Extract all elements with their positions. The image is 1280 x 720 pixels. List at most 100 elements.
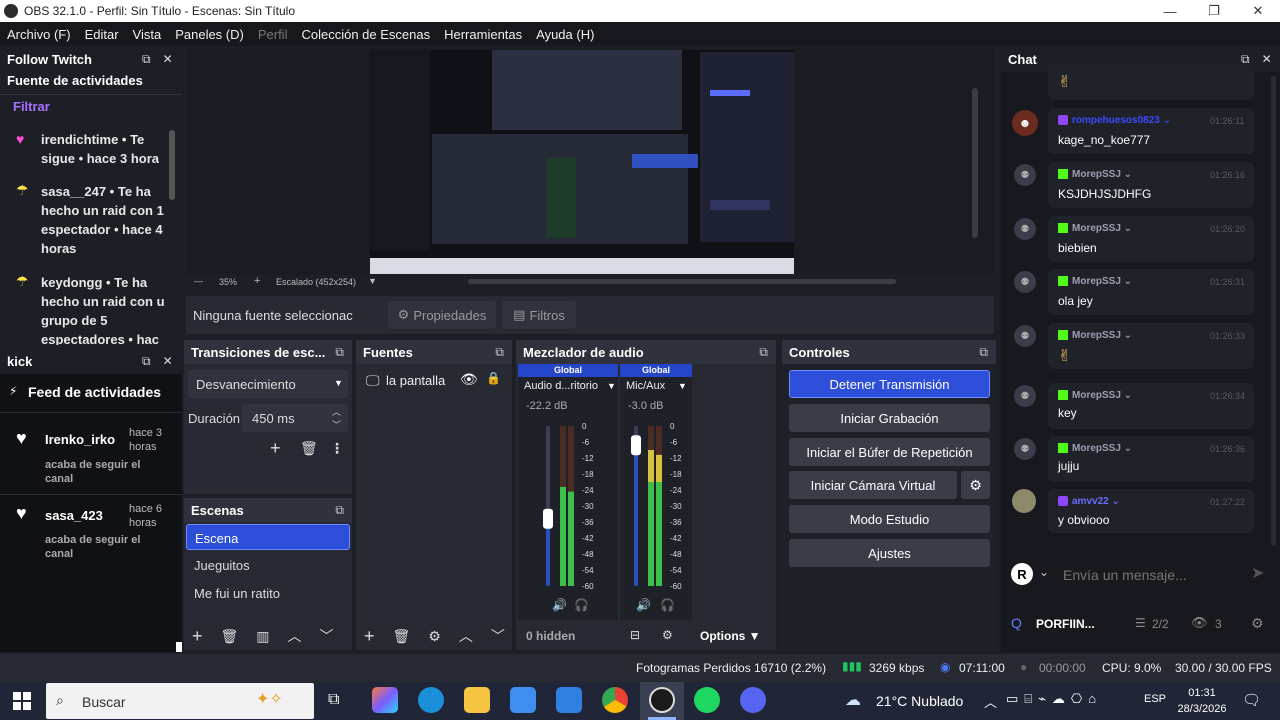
chevron-down-icon[interactable]: ﹀ — [332, 418, 341, 431]
preview-scrollbar-vertical[interactable] — [972, 88, 978, 238]
undock-icon[interactable]: ⧉ — [335, 503, 344, 518]
weather-text[interactable]: 21°C Nublado — [876, 693, 963, 709]
menu-coleccion-escenas[interactable]: Colección de Escenas — [294, 27, 437, 42]
add-scene-icon[interactable]: + — [192, 626, 203, 647]
chevron-down-icon[interactable]: ﹀ — [491, 626, 505, 646]
undock-icon[interactable]: ⧉ — [759, 345, 768, 360]
undock-icon[interactable]: ⧉ — [142, 354, 151, 369]
volume-icon[interactable]: 🔊 — [636, 598, 651, 612]
trash-icon[interactable]: 🗑 — [300, 440, 318, 457]
fader-handle[interactable] — [543, 508, 553, 529]
channel-name[interactable]: PORFIIN... — [1036, 617, 1095, 631]
chat-scrollbar[interactable] — [1271, 76, 1276, 546]
fader-handle[interactable] — [631, 435, 641, 456]
channel-meter[interactable]: 0 -6 -12 -18 -24 -30 -36 -42 -48 -54 -60 — [538, 420, 618, 592]
menu-ayuda[interactable]: Ayuda (H) — [529, 27, 601, 42]
undock-icon[interactable]: ⧉ — [142, 52, 151, 67]
eye-icon[interactable]: 👁 — [460, 371, 478, 388]
undock-icon[interactable]: ⧉ — [335, 345, 344, 360]
scrollbar[interactable] — [169, 130, 175, 200]
trash-icon[interactable]: 🗑 — [393, 628, 411, 645]
filter-button[interactable]: Filtrar — [13, 99, 50, 114]
restream-logo-icon[interactable]: R — [1011, 563, 1033, 585]
menu-paneles[interactable]: Paneles (D) — [168, 27, 251, 42]
send-icon[interactable]: ➤ — [1251, 563, 1264, 583]
tray-expand-icon[interactable]: ︿ — [984, 692, 997, 711]
scene-item-escena[interactable]: Escena — [186, 524, 350, 550]
menu-herramientas[interactable]: Herramientas — [437, 27, 529, 42]
chevron-up-icon[interactable]: ︿ — [288, 626, 302, 646]
start-virtual-camera-button[interactable]: Iniciar Cámara Virtual — [789, 471, 957, 499]
more-options-icon[interactable]: ⋮ — [330, 440, 344, 457]
scene-item-me-fui-un-ratito[interactable]: Me fui un ratito — [194, 586, 280, 601]
clock[interactable]: 01:31 28/3/2026 — [1177, 685, 1227, 717]
scale-dropdown-icon[interactable]: ▼ — [368, 276, 377, 286]
taskbar-search[interactable]: ⌕ Buscar ✦✧ — [46, 683, 314, 719]
edge-icon[interactable] — [418, 687, 444, 713]
chevron-down-icon[interactable]: ▼ — [607, 381, 616, 391]
chevron-down-icon[interactable]: ▼ — [678, 381, 687, 391]
task-view-icon[interactable]: ⧉ — [328, 691, 339, 709]
headphones-icon[interactable]: 🎧 — [574, 598, 589, 612]
language-indicator[interactable]: ESP — [1144, 693, 1166, 705]
chrome-icon[interactable] — [602, 687, 628, 713]
maximize-icon[interactable]: ❐ — [1192, 0, 1236, 22]
chevron-down-icon[interactable]: ⌄ — [1039, 565, 1049, 579]
close-dock-icon[interactable]: ✕ — [163, 354, 173, 369]
trash-icon[interactable]: 🗑 — [221, 628, 239, 645]
obs-taskbar-button[interactable] — [640, 682, 684, 720]
resize-handle[interactable] — [176, 642, 182, 652]
chat-username[interactable]: MorepSSJ — [1072, 276, 1121, 287]
store-icon[interactable] — [510, 687, 536, 713]
transition-select[interactable]: Desvanecimiento ▼ — [188, 370, 348, 398]
start-replay-buffer-button[interactable]: Iniciar el Búfer de Repetición — [789, 438, 990, 466]
chat-username[interactable]: amvv22 — [1072, 496, 1109, 507]
chat-username[interactable]: MorepSSJ — [1072, 330, 1121, 341]
properties-button[interactable]: ⚙ Propiedades — [388, 301, 496, 329]
copilot-icon[interactable] — [372, 687, 398, 713]
gear-icon[interactable]: ⚙ — [428, 628, 441, 645]
chevron-up-icon[interactable]: ︿ — [459, 626, 473, 646]
gear-icon[interactable]: ⚙ — [1251, 615, 1264, 632]
preview-area[interactable] — [186, 48, 994, 274]
preview-canvas[interactable] — [370, 50, 794, 274]
file-explorer-icon[interactable] — [464, 687, 490, 713]
close-dock-icon[interactable]: ✕ — [1262, 52, 1272, 67]
settings-button[interactable]: Ajustes — [789, 539, 990, 567]
chat-username[interactable]: MorepSSJ — [1072, 169, 1121, 180]
undock-icon[interactable]: ⧉ — [495, 345, 504, 360]
menu-archivo[interactable]: Archivo (F) — [0, 27, 78, 42]
options-button[interactable]: Options ▼ — [700, 629, 761, 643]
undock-icon[interactable]: ⧉ — [979, 345, 988, 360]
mixer-settings-icon[interactable]: ⚙ — [662, 628, 673, 642]
tray-icons[interactable]: ▭⌸⌁☁⎔⌂ — [1006, 691, 1102, 707]
lock-icon[interactable]: 🔒 — [486, 371, 501, 385]
zoom-out-icon[interactable]: — — [194, 276, 203, 286]
mixer-layout-icon[interactable]: ⊟ — [630, 628, 640, 642]
chat-username[interactable]: rompehuesos0823 — [1072, 115, 1160, 126]
close-window-icon[interactable]: ✕ — [1236, 0, 1280, 22]
windows-start-icon[interactable] — [13, 692, 31, 710]
mail-icon[interactable] — [556, 687, 582, 713]
add-transition-icon[interactable]: + — [270, 438, 281, 459]
channel-meter[interactable]: 0 -6 -12 -18 -24 -30 -36 -42 -48 -54 -60 — [626, 420, 692, 592]
chevron-up-icon[interactable]: ︿ — [332, 405, 341, 418]
volume-icon[interactable]: 🔊 — [552, 598, 567, 612]
chat-username[interactable]: MorepSSJ — [1072, 443, 1121, 454]
menu-editar[interactable]: Editar — [78, 27, 126, 42]
chat-message-input[interactable] — [1063, 562, 1243, 588]
scene-item-jueguitos[interactable]: Jueguitos — [194, 558, 250, 573]
notifications-icon[interactable]: 🗨 — [1242, 691, 1261, 709]
start-recording-button[interactable]: Iniciar Grabación — [789, 404, 990, 432]
filters-button[interactable]: ▤ Filtros — [502, 301, 576, 329]
scene-filter-icon[interactable]: ▥ — [256, 628, 269, 645]
zoom-in-icon[interactable]: + — [254, 275, 260, 287]
preview-scrollbar-horizontal[interactable] — [468, 279, 896, 284]
minimize-icon[interactable]: — — [1148, 0, 1192, 22]
source-item-la-pantalla[interactable]: la pantalla — [386, 373, 445, 388]
studio-mode-button[interactable]: Modo Estudio — [789, 505, 990, 533]
discord-icon[interactable] — [740, 687, 766, 713]
add-source-icon[interactable]: + — [364, 626, 375, 647]
headphones-icon[interactable]: 🎧 — [660, 598, 675, 612]
chat-username[interactable]: MorepSSJ — [1072, 223, 1121, 234]
